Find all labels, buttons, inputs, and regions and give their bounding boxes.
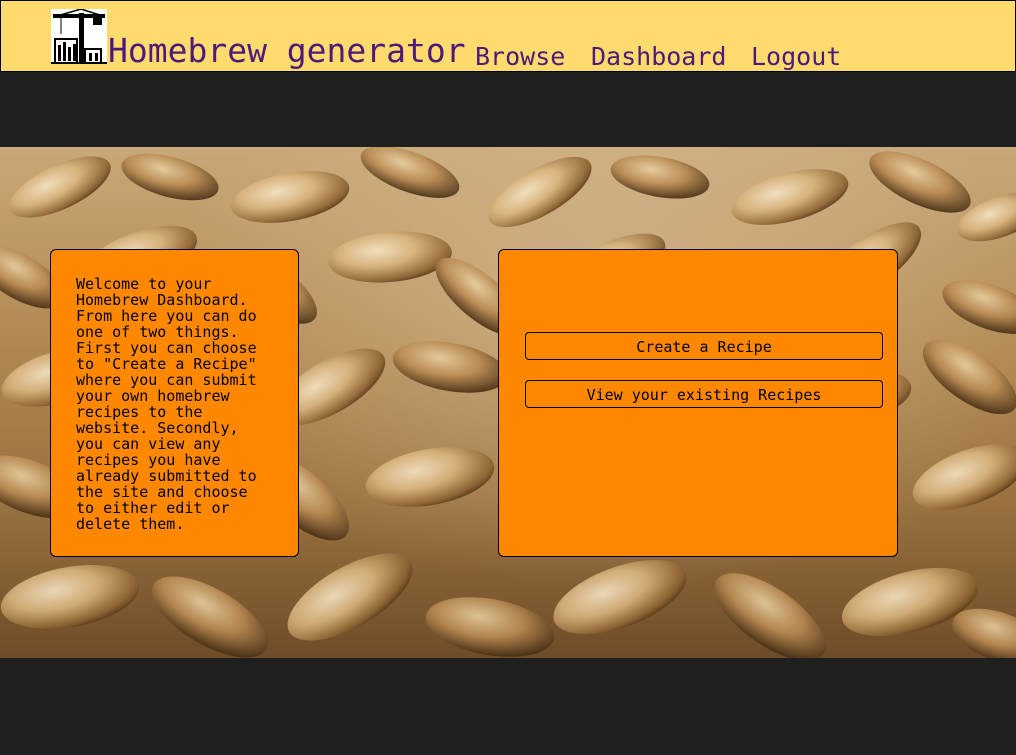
create-recipe-button[interactable]: Create a Recipe — [525, 332, 883, 360]
welcome-text: Welcome to your Homebrew Dashboard. From… — [76, 275, 257, 533]
site-header: Homebrew generator Browse Dashboard Logo… — [0, 0, 1016, 72]
view-recipes-button[interactable]: View your existing Recipes — [525, 380, 883, 408]
site-title[interactable]: Homebrew generator — [108, 31, 466, 71]
nav-logout-link[interactable]: Logout — [751, 40, 841, 74]
nav-browse-link[interactable]: Browse — [475, 40, 565, 74]
welcome-panel: Welcome to your Homebrew Dashboard. From… — [50, 249, 299, 557]
nav-dashboard-link[interactable]: Dashboard — [591, 40, 726, 74]
construction-crane-icon[interactable] — [51, 9, 107, 64]
actions-panel: Create a Recipe View your existing Recip… — [498, 249, 898, 557]
